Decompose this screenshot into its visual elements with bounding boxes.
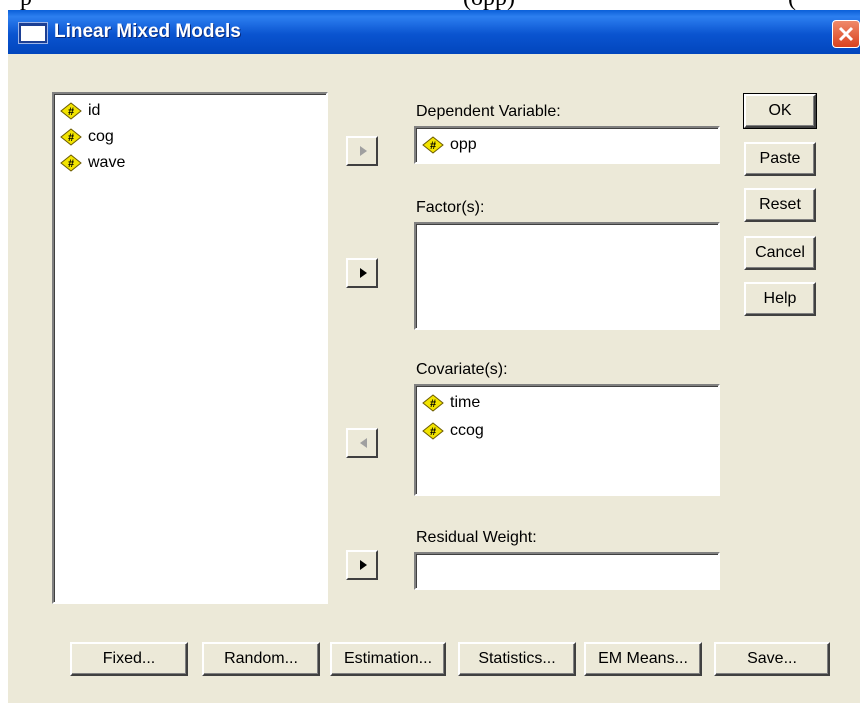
variable-label: id — [88, 102, 101, 119]
background-text-middle: (opp) — [463, 0, 515, 10]
factors-list[interactable] — [414, 222, 720, 330]
factors-label: Factor(s): — [416, 199, 485, 216]
move-to-dependent-button[interactable] — [346, 136, 378, 166]
residual-weight-label: Residual Weight: — [416, 529, 537, 546]
em-means-button-label: EM Means... — [598, 650, 688, 667]
numeric-variable-icon: # — [422, 136, 444, 154]
source-variable-list[interactable]: # id # cog # wave — [52, 92, 328, 604]
window-title: Linear Mixed Models — [54, 21, 241, 42]
help-button[interactable]: Help — [744, 282, 816, 316]
numeric-variable-icon: # — [422, 394, 444, 412]
residual-weight-field[interactable] — [414, 552, 720, 590]
window-icon — [18, 22, 48, 44]
variable-label: cog — [88, 128, 114, 145]
statistics-button-label: Statistics... — [478, 650, 556, 667]
reset-button-label: Reset — [759, 196, 801, 213]
fixed-button[interactable]: Fixed... — [70, 642, 188, 676]
save-button-label: Save... — [747, 650, 797, 667]
linear-mixed-models-dialog: Linear Mixed Models # id # cog # wave De… — [8, 10, 860, 703]
numeric-variable-icon: # — [422, 422, 444, 440]
ok-button[interactable]: OK — [743, 93, 817, 129]
variable-label: opp — [450, 136, 477, 153]
svg-text:#: # — [430, 140, 436, 152]
fixed-button-label: Fixed... — [102, 650, 156, 667]
paste-button[interactable]: Paste — [744, 142, 816, 176]
svg-text:#: # — [430, 426, 436, 438]
move-to-residual-weight-button[interactable] — [346, 550, 378, 580]
dependent-variable-field[interactable]: # opp — [414, 126, 720, 164]
numeric-variable-icon: # — [60, 154, 82, 172]
random-button-label: Random... — [224, 650, 298, 667]
estimation-button-label: Estimation... — [343, 650, 433, 667]
cancel-button-label: Cancel — [755, 244, 805, 261]
ok-button-label: OK — [768, 102, 792, 119]
move-from-covariates-button[interactable] — [346, 428, 378, 458]
cancel-button[interactable]: Cancel — [744, 236, 816, 270]
variable-label: time — [450, 394, 481, 411]
svg-text:#: # — [68, 132, 74, 144]
random-button[interactable]: Random... — [202, 642, 320, 676]
arrow-right-icon — [360, 268, 367, 278]
covariates-label: Covariate(s): — [416, 361, 508, 378]
estimation-button[interactable]: Estimation... — [330, 642, 446, 676]
close-icon — [838, 26, 854, 42]
background-text-right: ( — [788, 0, 796, 10]
close-button[interactable] — [832, 20, 860, 48]
numeric-variable-icon: # — [60, 102, 82, 120]
arrow-right-icon — [360, 146, 367, 156]
svg-text:#: # — [68, 106, 74, 118]
arrow-right-icon — [360, 560, 367, 570]
numeric-variable-icon: # — [60, 128, 82, 146]
title-bar[interactable]: Linear Mixed Models — [8, 10, 860, 54]
help-button-label: Help — [763, 290, 797, 307]
background-text-left: p — [20, 0, 32, 10]
statistics-button[interactable]: Statistics... — [458, 642, 576, 676]
svg-text:#: # — [68, 158, 74, 170]
paste-button-label: Paste — [759, 150, 801, 167]
dependent-variable-label: Dependent Variable: — [416, 103, 561, 120]
em-means-button[interactable]: EM Means... — [584, 642, 702, 676]
move-to-factors-button[interactable] — [346, 258, 378, 288]
svg-text:#: # — [430, 398, 436, 410]
reset-button[interactable]: Reset — [744, 188, 816, 222]
variable-label: wave — [88, 154, 126, 171]
variable-label: ccog — [450, 422, 484, 439]
arrow-left-icon — [360, 438, 367, 448]
save-button[interactable]: Save... — [714, 642, 830, 676]
covariates-list[interactable]: # time # ccog — [414, 384, 720, 496]
